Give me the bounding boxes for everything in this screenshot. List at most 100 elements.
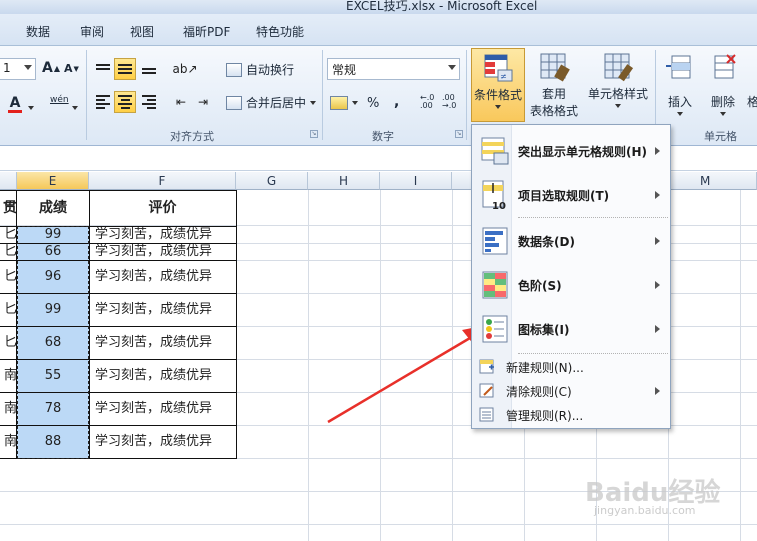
tab-special-features[interactable]: 特色功能 [256,23,304,40]
font-color-button[interactable]: A [8,96,22,113]
delete-cells-icon [714,54,736,79]
submenu-arrow-icon [655,325,660,333]
menu-item-label: 清除规则(C) [506,384,572,399]
font-size-value: 1 [3,61,11,75]
align-bottom-button[interactable] [138,58,160,80]
grid-line [0,524,757,525]
align-left-icon [96,95,110,109]
merge-cells-icon [226,95,242,110]
tab-foxit-pdf[interactable]: 福昕PDF [183,23,230,40]
submenu-arrow-icon [655,147,660,155]
column-header-h[interactable]: H [308,172,380,190]
number-format-combo[interactable]: 常规 [327,58,460,80]
chevron-down-icon[interactable] [72,106,78,110]
align-middle-button[interactable] [114,58,136,80]
column-header-g[interactable]: G [236,172,308,190]
menu-item-manage-rules[interactable]: 管理规则(R)... [472,403,670,427]
color-scales-icon [482,271,508,299]
table-cell-d[interactable]: 匕 [0,260,17,293]
align-top-icon [96,64,110,74]
table-border [0,190,236,191]
menu-item-new-rule[interactable]: 新建规则(N)... [472,355,670,379]
grow-font-button[interactable]: A ▲ [42,60,60,76]
tab-data[interactable]: 数据 [26,23,50,40]
table-cell-d[interactable]: 南 [0,359,17,392]
align-left-button[interactable] [92,91,114,113]
number-dialog-launcher-icon[interactable]: ↘ [455,130,463,138]
column-header-e[interactable]: E [17,172,89,190]
alignment-dialog-launcher-icon[interactable]: ↘ [310,130,318,138]
percent-style-button[interactable]: % [367,96,379,111]
table-header-cell[interactable]: 贯 [0,191,17,225]
menu-item-color-scales[interactable]: 色阶(S) [472,263,670,307]
delete-cells-button[interactable]: 删除 [703,48,743,122]
chevron-down-icon [677,112,683,116]
table-cell-d[interactable]: 匕 [0,293,17,326]
chevron-down-icon [310,100,317,105]
manage-rules-icon [479,407,494,422]
table-header-comment[interactable]: 评价 [89,191,236,225]
decrease-decimal-button[interactable]: .00 →.0 [442,94,456,110]
insert-cells-button[interactable]: 插入 [660,48,700,122]
font-size-combo[interactable]: 1 [0,58,36,80]
menu-item-data-bars[interactable]: 数据条(D) [472,219,670,263]
column-header-i[interactable]: I [380,172,452,190]
table-header-score[interactable]: 成绩 [17,191,89,225]
wrap-text-button[interactable]: 自动换行 [226,61,294,78]
align-top-button[interactable] [92,58,114,80]
format-table-label-2: 表格格式 [529,104,578,118]
menu-item-label: 项目选取规则(T) [518,188,610,203]
table-cell-d[interactable]: 匕 [0,226,17,243]
table-cell-d[interactable]: 匕 [0,326,17,359]
menu-item-highlight-rules[interactable]: 突出显示单元格规则(H) [472,129,670,173]
column-header-d[interactable] [0,172,17,190]
align-center-button[interactable] [114,91,136,113]
menu-item-clear-rules[interactable]: 清除规则(C) [472,379,670,403]
comma-style-button[interactable]: , [394,94,399,110]
conditional-formatting-label: 条件格式 [473,88,522,102]
format-as-table-button[interactable]: 套用 表格格式 [528,48,580,122]
align-right-button[interactable] [138,91,160,113]
currency-icon [330,96,348,110]
menu-item-top-bottom-rules[interactable]: 10 项目选取规则(T) [472,173,670,217]
cell-styles-icon [604,53,634,82]
tab-view[interactable]: 视图 [130,23,154,40]
wrap-text-icon [226,62,242,77]
increase-indent-button[interactable]: ⇥ [192,91,214,113]
ribbon-separator [86,50,87,140]
column-header-f[interactable]: F [89,172,236,190]
chevron-down-icon[interactable] [28,106,34,110]
table-cell-comment[interactable]: 学习刻苦，成绩优异 [89,326,236,359]
menu-item-label: 数据条(D) [518,234,575,249]
cell-styles-button[interactable]: 单元格样式 [584,48,652,122]
table-cell-d[interactable]: 南 [0,392,17,425]
table-cell-comment[interactable]: 学习刻苦，成绩优异 [89,425,236,458]
align-bottom-icon [142,64,156,74]
shrink-font-button[interactable]: A ▼ [64,62,79,75]
phonetic-button[interactable]: wén [50,95,69,105]
arrow-shaft [327,336,471,424]
chevron-down-icon [24,65,32,70]
orientation-button[interactable]: ab↗ [172,58,198,80]
table-cell-comment[interactable]: 学习刻苦，成绩优异 [89,260,236,293]
cell-styles-label: 单元格样式 [587,87,648,101]
chevron-down-icon [495,105,501,109]
conditional-formatting-icon: ≠ [484,54,513,82]
tab-review[interactable]: 审阅 [80,23,104,40]
merge-center-button[interactable]: 合并后居中 [226,94,317,111]
align-center-icon [118,95,132,109]
format-cells-button[interactable]: 格 [746,48,757,122]
decrease-indent-button[interactable]: ⇤ [170,91,192,113]
accounting-format-button[interactable] [330,96,358,110]
table-cell-comment[interactable]: 学习刻苦，成绩优异 [89,226,236,243]
table-cell-d[interactable]: 南 [0,425,17,458]
table-cell-comment[interactable]: 学习刻苦，成绩优异 [89,243,236,260]
table-cell-comment[interactable]: 学习刻苦，成绩优异 [89,392,236,425]
format-label: 格 [746,95,757,109]
increase-decimal-button[interactable]: ←.0 .00 [420,94,434,110]
menu-item-icon-sets[interactable]: 图标集(I) [472,307,670,351]
table-cell-comment[interactable]: 学习刻苦，成绩优异 [89,293,236,326]
conditional-formatting-button[interactable]: ≠ 条件格式 [471,48,525,122]
table-cell-d[interactable]: 匕 [0,243,17,260]
table-cell-comment[interactable]: 学习刻苦，成绩优异 [89,359,236,392]
